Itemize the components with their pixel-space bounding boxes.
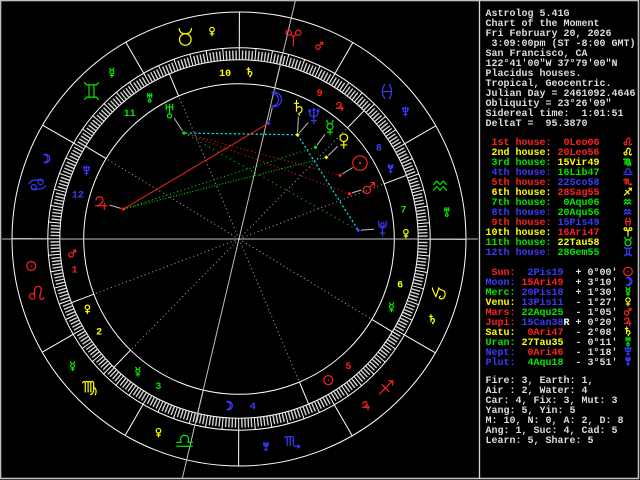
svg-text:10: 10 bbox=[219, 69, 231, 80]
svg-text:- 3°51': - 3°51' bbox=[576, 357, 618, 369]
svg-text:1: 1 bbox=[71, 266, 77, 277]
svg-text:Learn: 5, Share: 5: Learn: 5, Share: 5 bbox=[486, 435, 594, 447]
svg-text:6: 6 bbox=[397, 281, 403, 292]
svg-text:3: 3 bbox=[155, 382, 161, 393]
svg-text:9: 9 bbox=[317, 89, 323, 100]
svg-text:2: 2 bbox=[96, 327, 102, 338]
svg-text:12: 12 bbox=[72, 191, 84, 202]
svg-text:DeltaT = 95.3870: DeltaT = 95.3870 bbox=[486, 118, 588, 130]
svg-text:28Gem55: 28Gem55 bbox=[558, 248, 600, 259]
svg-text:12th house:: 12th house: bbox=[486, 247, 552, 259]
svg-text:4: 4 bbox=[250, 402, 256, 413]
svg-text:11: 11 bbox=[124, 109, 136, 120]
svg-text:R: R bbox=[564, 318, 570, 329]
svg-text:Plut:: Plut: bbox=[486, 357, 516, 369]
svg-text:8: 8 bbox=[376, 144, 382, 155]
svg-text:7: 7 bbox=[400, 205, 406, 216]
svg-text:4Aqu18: 4Aqu18 bbox=[522, 358, 564, 369]
svg-text:5: 5 bbox=[345, 362, 351, 373]
